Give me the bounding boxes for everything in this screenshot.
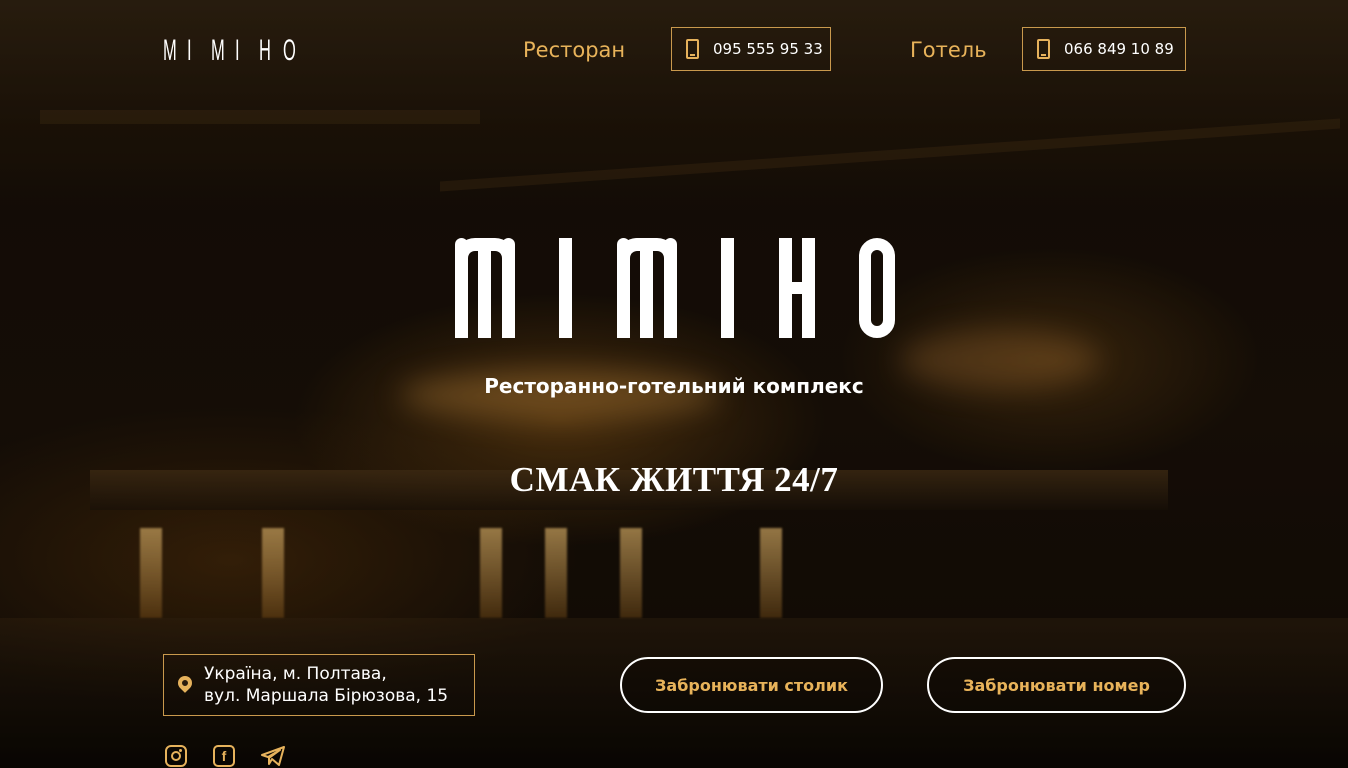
instagram-icon[interactable] [165,745,187,767]
logo-letter: I [187,34,192,67]
facebook-icon[interactable]: f [213,745,235,767]
location-pin-icon [175,673,195,693]
logo-letter: M [211,34,225,67]
hero-logo-letter-h [778,238,815,340]
hero-logo [455,238,895,340]
logo-letter: I [235,34,240,67]
hero-tagline: СМАК ЖИТТЯ 24/7 [509,460,839,499]
address-line-2: вул. Маршала Бірюзова, 15 [204,686,449,706]
address-text: Україна, м. Полтава, вул. Маршала Бірюзо… [204,663,448,707]
hero-logo-letter-m [616,238,677,340]
hero-logo-letter-i [721,238,735,340]
logo-letter: O [283,34,296,67]
restaurant-phone-button[interactable]: 095 555 95 33 [671,27,831,71]
hero-logo-letter-o [858,238,895,340]
logo-letter: M [163,34,177,67]
hero-logo-letter-i [559,238,573,340]
hero-subtitle: Ресторанно-готельний комплекс [484,374,864,398]
telegram-icon[interactable] [260,745,286,767]
phone-icon [686,39,699,59]
book-table-button[interactable]: Забронювати столик [620,657,883,713]
header-logo[interactable]: M I M I H O [163,34,297,68]
logo-letter: H [259,34,271,67]
address-line-1: Україна, м. Полтава, [204,664,387,684]
hotel-phone-button[interactable]: 066 849 10 89 [1022,27,1186,71]
phone-icon [1037,39,1050,59]
nav-hotel-link[interactable]: Готель [910,36,987,64]
nav-restaurant-link[interactable]: Ресторан [523,36,625,64]
book-room-button[interactable]: Забронювати номер [927,657,1186,713]
site-header: M I M I H O Ресторан 095 555 95 33 Готел… [0,0,1348,100]
restaurant-phone-number: 095 555 95 33 [713,40,823,58]
hotel-phone-number: 066 849 10 89 [1064,40,1174,58]
address-box[interactable]: Україна, м. Полтава, вул. Маршала Бірюзо… [163,654,475,716]
hero-logo-letter-m [455,238,515,340]
